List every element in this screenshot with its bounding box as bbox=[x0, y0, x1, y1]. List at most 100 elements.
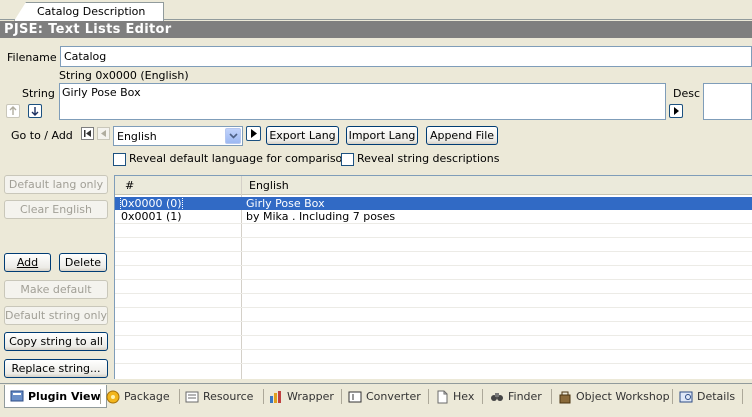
delete-button[interactable]: Delete bbox=[59, 253, 107, 272]
column-header-english[interactable]: English bbox=[249, 179, 289, 192]
plugin-view-icon bbox=[10, 390, 24, 402]
table-header: # English bbox=[115, 176, 752, 195]
strings-table[interactable]: # English 0x0000 (0) Girly Pose Box 0x00… bbox=[114, 175, 752, 379]
grid-line bbox=[115, 223, 752, 224]
converter-icon bbox=[348, 391, 362, 402]
wrapper-icon bbox=[270, 390, 281, 403]
tab-resource[interactable]: Resource bbox=[185, 387, 253, 406]
import-lang-button[interactable]: Import Lang bbox=[346, 126, 418, 145]
tab-plugin-view[interactable]: Plugin View bbox=[4, 385, 107, 408]
filename-label: Filename bbox=[7, 51, 57, 64]
language-value: English bbox=[117, 130, 157, 143]
tab-label: Finder bbox=[508, 390, 542, 403]
grid-line bbox=[115, 265, 752, 266]
tab-hex[interactable]: Hex bbox=[435, 387, 474, 406]
clear-english-button[interactable]: Clear English bbox=[4, 200, 108, 219]
grid-line bbox=[115, 307, 752, 308]
row-id: 0x0001 (1) bbox=[121, 210, 182, 223]
arrow-up-icon bbox=[9, 106, 17, 115]
replace-string-button[interactable]: Replace string... bbox=[4, 359, 108, 378]
skip-back-icon bbox=[84, 130, 91, 137]
details-icon bbox=[679, 391, 693, 402]
filename-value: Catalog bbox=[64, 50, 107, 63]
add-button[interactable]: Add bbox=[4, 253, 51, 272]
object-workshop-icon bbox=[559, 391, 571, 403]
tab-separator bbox=[672, 389, 673, 404]
language-select[interactable]: English bbox=[113, 126, 243, 146]
tab-converter[interactable]: Converter bbox=[348, 387, 421, 406]
tab-label: Converter bbox=[366, 390, 421, 403]
tab-separator bbox=[482, 389, 483, 404]
tab-details[interactable]: Details bbox=[679, 387, 735, 406]
reveal-desc-checkbox[interactable] bbox=[341, 153, 354, 166]
grid-line bbox=[115, 293, 752, 294]
row-text: Girly Pose Box bbox=[246, 197, 325, 210]
tab-finder[interactable]: Finder bbox=[490, 387, 542, 406]
desc-label: Desc bbox=[673, 87, 701, 100]
grid-line bbox=[115, 237, 752, 238]
tab-label: Hex bbox=[453, 390, 475, 403]
table-row[interactable]: 0x0000 (0) Girly Pose Box bbox=[115, 196, 752, 211]
table-row[interactable]: 0x0001 (1) by Mika . Including 7 poses bbox=[115, 210, 752, 223]
tab-label: Details bbox=[697, 390, 736, 403]
move-up-button[interactable] bbox=[6, 104, 20, 118]
filename-input[interactable]: Catalog bbox=[60, 46, 752, 67]
append-file-button[interactable]: Append File bbox=[426, 126, 498, 145]
make-default-button[interactable]: Make default bbox=[4, 280, 108, 299]
chevron-down-icon bbox=[228, 133, 238, 139]
tab-package[interactable]: Package bbox=[106, 387, 170, 406]
language-dropdown-button[interactable] bbox=[225, 128, 241, 144]
tab-separator bbox=[341, 389, 342, 404]
default-string-only-button[interactable]: Default string only bbox=[4, 306, 108, 325]
copy-string-to-all-button[interactable]: Copy string to all bbox=[4, 332, 108, 351]
grid-line bbox=[115, 335, 752, 336]
tab-separator bbox=[551, 389, 552, 404]
prev-icon bbox=[101, 130, 106, 137]
goto-label: Go to / Add bbox=[11, 129, 73, 142]
column-header-index[interactable]: # bbox=[125, 179, 134, 192]
arrow-right-icon bbox=[674, 107, 679, 115]
string-label: String bbox=[22, 87, 55, 100]
tab-separator bbox=[428, 389, 429, 404]
string-header: String 0x0000 (English) bbox=[59, 69, 189, 82]
tab-object-workshop[interactable]: Object Workshop bbox=[558, 387, 670, 406]
resource-icon bbox=[185, 391, 199, 402]
desc-expand-button[interactable] bbox=[669, 104, 683, 118]
string-value: Girly Pose Box bbox=[62, 86, 141, 99]
grid-line bbox=[115, 363, 752, 364]
tab-label: Package bbox=[124, 390, 170, 403]
tab-separator bbox=[179, 389, 180, 404]
tab-label: Resource bbox=[203, 390, 254, 403]
reveal-default-checkbox[interactable] bbox=[113, 153, 126, 166]
row-text: by Mika . Including 7 poses bbox=[246, 210, 396, 223]
grid-line bbox=[115, 321, 752, 322]
tab-label: Wrapper bbox=[287, 390, 334, 403]
export-lang-button[interactable]: Export Lang bbox=[266, 126, 339, 145]
reveal-default-label: Reveal default language for comparison bbox=[129, 152, 350, 165]
tab-separator bbox=[263, 389, 264, 404]
next-icon bbox=[251, 129, 257, 138]
grid-line bbox=[115, 251, 752, 252]
tab-separator bbox=[100, 389, 101, 404]
reveal-desc-label: Reveal string descriptions bbox=[357, 152, 500, 165]
package-icon bbox=[106, 390, 120, 403]
prev-lang-button[interactable] bbox=[97, 127, 110, 140]
move-down-button[interactable] bbox=[28, 104, 42, 118]
first-lang-button[interactable] bbox=[81, 127, 94, 140]
grid-line bbox=[115, 349, 752, 350]
desc-textarea[interactable] bbox=[703, 83, 752, 120]
editor-title: PJSE: Text Lists Editor bbox=[0, 21, 752, 38]
string-textarea[interactable]: Girly Pose Box bbox=[59, 83, 666, 120]
tab-label: Object Workshop bbox=[576, 390, 670, 403]
row-id: 0x0000 (0) bbox=[120, 196, 183, 211]
default-lang-only-button[interactable]: Default lang only bbox=[4, 175, 108, 194]
tab-separator bbox=[742, 389, 743, 404]
finder-icon bbox=[491, 392, 503, 401]
next-lang-button[interactable] bbox=[246, 126, 261, 141]
tab-label: Plugin View bbox=[28, 389, 101, 403]
tab-wrapper[interactable]: Wrapper bbox=[269, 387, 334, 406]
hex-icon bbox=[437, 390, 448, 403]
arrow-down-icon bbox=[31, 107, 39, 116]
tab-catalog-description[interactable]: Catalog Description bbox=[14, 2, 165, 21]
grid-line bbox=[115, 279, 752, 280]
